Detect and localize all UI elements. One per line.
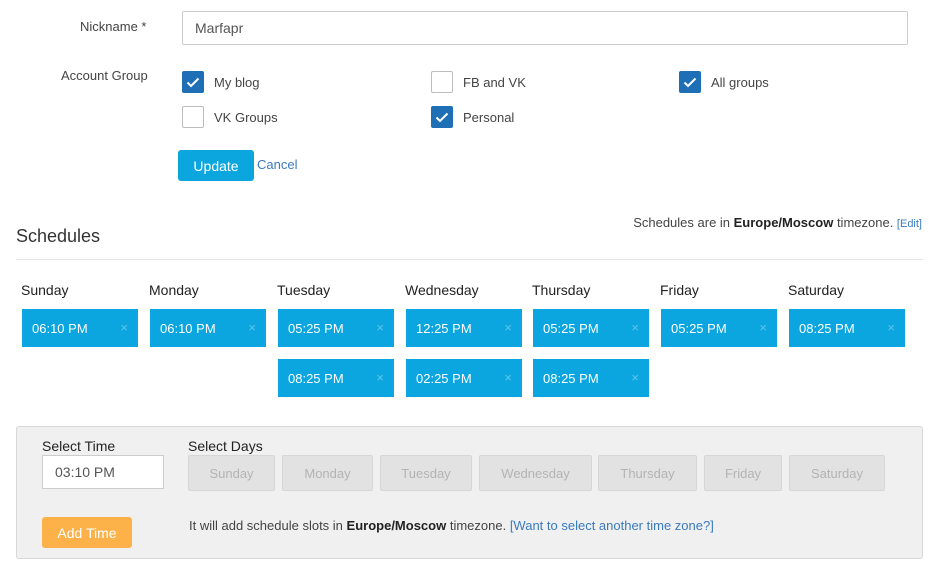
group-checkbox-my-blog[interactable]: My blog	[182, 71, 260, 93]
slot-time: 08:25 PM	[799, 320, 855, 336]
nickname-input[interactable]	[182, 11, 908, 45]
schedule-slot[interactable]: 02:25 PM ×	[406, 359, 522, 397]
schedule-slot[interactable]: 08:25 PM ×	[278, 359, 394, 397]
group-checkbox-all-groups[interactable]: All groups	[679, 71, 769, 93]
day-name: Monday	[149, 282, 199, 298]
check-icon	[683, 77, 697, 87]
tz-prefix: Schedules are in	[633, 215, 734, 230]
day-column-monday: Monday 06:10 PM ×	[144, 281, 266, 347]
day-column-wednesday: Wednesday 12:25 PM × 02:25 PM ×	[400, 281, 522, 397]
remove-slot-icon[interactable]: ×	[504, 370, 512, 385]
slot-time: 08:25 PM	[288, 370, 344, 386]
slot-time: 05:25 PM	[543, 320, 599, 336]
schedule-slot[interactable]: 05:25 PM ×	[661, 309, 777, 347]
remove-slot-icon[interactable]: ×	[631, 320, 639, 335]
slot-time: 05:25 PM	[671, 320, 727, 336]
remove-slot-icon[interactable]: ×	[631, 370, 639, 385]
check-icon	[435, 112, 449, 122]
day-name: Wednesday	[405, 282, 479, 298]
day-toggle-friday[interactable]: Friday	[704, 455, 782, 491]
day-name: Saturday	[788, 282, 845, 298]
day-column-thursday: Thursday 05:25 PM × 08:25 PM ×	[527, 281, 649, 397]
cancel-link[interactable]: Cancel	[257, 157, 297, 172]
check-icon	[186, 77, 200, 87]
group-checkbox-personal[interactable]: Personal	[431, 106, 514, 128]
slot-time: 02:25 PM	[416, 370, 472, 386]
day-toggle-saturday[interactable]: Saturday	[789, 455, 885, 491]
schedule-slot[interactable]: 08:25 PM ×	[533, 359, 649, 397]
day-name: Sunday	[21, 282, 69, 298]
remove-slot-icon[interactable]: ×	[504, 320, 512, 335]
day-name: Friday	[660, 282, 699, 298]
schedule-slot[interactable]: 06:10 PM ×	[22, 309, 138, 347]
add-time-button[interactable]: Add Time	[42, 517, 132, 548]
schedule-slot[interactable]: 06:10 PM ×	[150, 309, 266, 347]
remove-slot-icon[interactable]: ×	[120, 320, 128, 335]
schedule-slot[interactable]: 05:25 PM ×	[278, 309, 394, 347]
remove-slot-icon[interactable]: ×	[759, 320, 767, 335]
select-days-label: Select Days	[188, 438, 263, 454]
checkbox-unchecked[interactable]	[431, 71, 453, 93]
group-label: All groups	[711, 74, 769, 90]
note-suffix: timezone.	[446, 518, 510, 533]
slot-time: 05:25 PM	[288, 320, 344, 336]
day-name: Thursday	[532, 282, 591, 298]
day-name: Tuesday	[277, 282, 331, 298]
divider	[16, 259, 923, 260]
day-toggle-thursday[interactable]: Thursday	[598, 455, 697, 491]
slot-time: 06:10 PM	[32, 320, 88, 336]
account-group-label: Account Group	[61, 68, 148, 83]
schedule-slot[interactable]: 08:25 PM ×	[789, 309, 905, 347]
day-column-tuesday: Tuesday 05:25 PM × 08:25 PM ×	[272, 281, 394, 397]
add-time-note: It will add schedule slots in Europe/Mos…	[189, 518, 714, 533]
group-checkbox-vk-groups[interactable]: VK Groups	[182, 106, 278, 128]
remove-slot-icon[interactable]: ×	[887, 320, 895, 335]
slot-time: 06:10 PM	[160, 320, 216, 336]
schedule-slot[interactable]: 12:25 PM ×	[406, 309, 522, 347]
group-label: VK Groups	[214, 109, 278, 125]
schedules-title: Schedules	[16, 226, 101, 246]
day-toggle-monday[interactable]: Monday	[282, 455, 373, 491]
day-column-friday: Friday 05:25 PM ×	[655, 281, 777, 347]
note-prefix: It will add schedule slots in	[189, 518, 347, 533]
checkbox-checked[interactable]	[182, 71, 204, 93]
remove-slot-icon[interactable]: ×	[248, 320, 256, 335]
checkbox-unchecked[interactable]	[182, 106, 204, 128]
time-input[interactable]	[42, 455, 164, 489]
day-toggle-sunday[interactable]: Sunday	[188, 455, 275, 491]
group-label: My blog	[214, 74, 260, 90]
slot-time: 08:25 PM	[543, 370, 599, 386]
checkbox-checked[interactable]	[431, 106, 453, 128]
edit-timezone-link[interactable]: [Edit]	[897, 218, 922, 230]
group-label: Personal	[463, 109, 515, 125]
note-timezone: Europe/Moscow	[346, 518, 447, 533]
tz-suffix: timezone.	[833, 215, 897, 230]
day-column-sunday: Sunday 06:10 PM ×	[16, 281, 138, 347]
timezone-note: Schedules are in Europe/Moscow timezone.…	[633, 215, 922, 230]
remove-slot-icon[interactable]: ×	[376, 370, 384, 385]
group-label: FB and VK	[463, 74, 526, 90]
change-timezone-link[interactable]: [Want to select another time zone?]	[510, 518, 714, 533]
add-time-panel	[16, 426, 923, 559]
day-column-saturday: Saturday 08:25 PM ×	[783, 281, 905, 347]
group-checkbox-fb-and-vk[interactable]: FB and VK	[431, 71, 526, 93]
select-time-label: Select Time	[42, 438, 116, 454]
timezone-name: Europe/Moscow	[733, 215, 834, 230]
nickname-label: Nickname *	[80, 19, 147, 34]
day-toggle-wednesday[interactable]: Wednesday	[479, 455, 592, 491]
remove-slot-icon[interactable]: ×	[376, 320, 384, 335]
day-toggle-tuesday[interactable]: Tuesday	[380, 455, 472, 491]
update-button[interactable]: Update	[178, 150, 254, 181]
schedule-slot[interactable]: 05:25 PM ×	[533, 309, 649, 347]
checkbox-checked[interactable]	[679, 71, 701, 93]
slot-time: 12:25 PM	[416, 320, 472, 336]
